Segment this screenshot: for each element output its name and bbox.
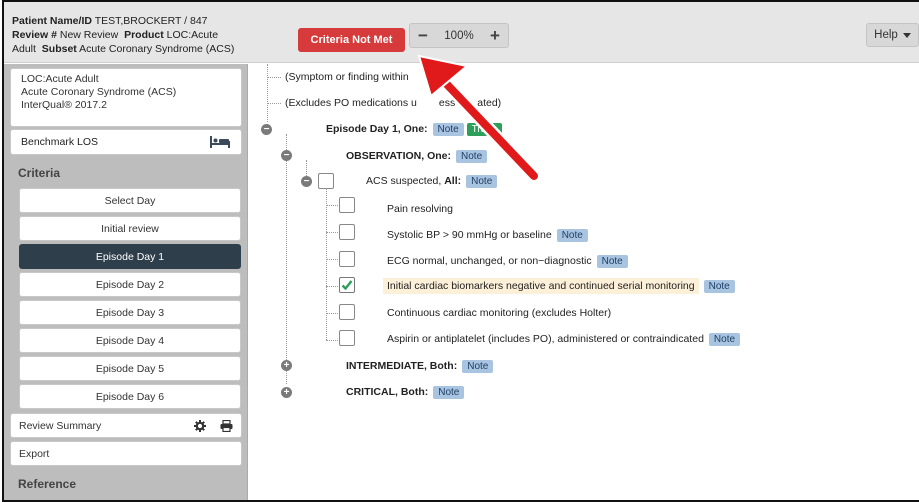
tree-connector [326, 340, 338, 341]
header-bar: Patient Name/ID TEST,BROCKERT / 847 Revi… [4, 2, 919, 63]
collapse-observation-toggle[interactable]: − [281, 150, 292, 161]
observation-row: OBSERVATION, One: Note [346, 145, 488, 167]
acs-suspected-checkbox[interactable] [318, 173, 334, 189]
criteria-heading: Criteria [18, 166, 61, 180]
critical-row: CRITICAL, Both: Note [346, 381, 465, 403]
chevron-down-icon [902, 32, 911, 38]
tree-connector [326, 232, 338, 233]
note-button[interactable]: Note [466, 174, 498, 188]
gear-icon[interactable] [194, 419, 206, 432]
sidebar-item-episode-day-4[interactable]: Episode Day 4 [19, 328, 241, 353]
excludes-text: (Excludes PO medications u ess ated) [285, 97, 502, 109]
printer-icon[interactable] [220, 419, 233, 432]
criterion-checkbox[interactable] [339, 251, 355, 267]
sidebar-item-episode-day-2[interactable]: Episode Day 2 [19, 272, 241, 297]
sidebar-item-episode-day-6[interactable]: Episode Day 6 [19, 384, 241, 409]
tree-connector [326, 313, 338, 314]
criterion-row: ECG normal, unchanged, or non−diagnostic… [387, 250, 628, 272]
subset-line: Acute Coronary Syndrome (ACS) [21, 86, 177, 98]
zoom-out-button[interactable]: − [416, 26, 430, 45]
tree-connector [326, 286, 338, 287]
trans-button[interactable]: Trans [466, 122, 502, 136]
criteria-not-met-button[interactable]: Criteria Not Met [298, 28, 405, 52]
criterion-checkbox[interactable] [339, 197, 355, 213]
sidebar-item-initial-review[interactable]: Initial review [19, 216, 241, 241]
symptom-text: (Symptom or finding within [285, 71, 409, 83]
note-button[interactable]: Note [556, 228, 588, 242]
patient-info: Patient Name/ID TEST,BROCKERT / 847 Revi… [12, 15, 235, 55]
benchmark-los-item[interactable]: Benchmark LOS [10, 129, 242, 155]
note-button[interactable]: Note [432, 122, 464, 136]
loc-line: LOC:Acute Adult [21, 73, 99, 85]
version-line: InterQual® 2017.2 [21, 99, 107, 111]
export-item[interactable]: Export [10, 441, 242, 466]
acs-suspected-row: ACS suspected, All: Note [366, 170, 498, 192]
tree-connector [326, 188, 327, 340]
tree-connector [267, 103, 281, 104]
reference-heading: Reference [18, 477, 77, 491]
criterion-row: Systolic BP > 90 mmHg or baseline Note [387, 224, 588, 246]
episode-day-row: Episode Day 1, One: Note Trans [326, 118, 502, 140]
criterion-checkbox[interactable] [339, 224, 355, 240]
note-button[interactable]: Note [433, 385, 465, 399]
note-button[interactable]: Note [462, 359, 494, 373]
criterion-row: Aspirin or antiplatelet (includes PO), a… [387, 328, 741, 350]
zoom-level: 100% [444, 29, 474, 42]
sidebar: LOC:Acute Adult Acute Coronary Syndrome … [4, 64, 248, 500]
note-button[interactable]: Note [703, 279, 735, 293]
sidebar-item-episode-day-5[interactable]: Episode Day 5 [19, 356, 241, 381]
criterion-row: Continuous cardiac monitoring (excludes … [387, 307, 612, 319]
note-button[interactable]: Note [596, 254, 628, 268]
benchmark-los-label: Benchmark LOS [21, 136, 99, 148]
zoom-control: − 100% + [409, 23, 509, 48]
criteria-tree: (Symptom or finding within (Excludes PO … [249, 64, 919, 500]
criterion-row: Pain resolving [387, 203, 453, 215]
note-button[interactable]: Note [456, 149, 488, 163]
tree-connector [286, 134, 287, 384]
help-label: Help [874, 29, 898, 41]
zoom-in-button[interactable]: + [488, 26, 502, 45]
expand-intermediate-toggle[interactable]: + [281, 360, 292, 371]
help-button[interactable]: Help [866, 23, 919, 47]
sidebar-item-select-day[interactable]: Select Day [19, 188, 241, 213]
sidebar-item-episode-day-1[interactable]: Episode Day 1 [19, 244, 241, 269]
expand-critical-toggle[interactable]: + [281, 387, 292, 398]
tree-connector [267, 64, 268, 122]
bed-icon [210, 136, 230, 148]
intermediate-row: INTERMEDIATE, Both: Note [346, 355, 494, 377]
note-button[interactable]: Note [708, 332, 741, 346]
export-label: Export [19, 447, 50, 460]
tree-connector [326, 205, 338, 206]
collapse-acs-toggle[interactable]: − [301, 176, 312, 187]
criterion-row-highlighted: Initial cardiac biomarkers negative and … [383, 275, 735, 297]
loc-info-card: LOC:Acute Adult Acute Coronary Syndrome … [10, 68, 242, 127]
criterion-checkbox-checked[interactable] [339, 277, 355, 293]
review-summary-label: Review Summary [19, 419, 102, 432]
collapse-episode-toggle[interactable]: − [261, 124, 272, 135]
review-summary-item[interactable]: Review Summary [10, 413, 242, 438]
criterion-checkbox[interactable] [339, 304, 355, 320]
app-frame: Patient Name/ID TEST,BROCKERT / 847 Revi… [2, 0, 919, 502]
sidebar-item-episode-day-3[interactable]: Episode Day 3 [19, 300, 241, 325]
tree-connector [326, 259, 338, 260]
tree-connector [267, 77, 281, 78]
criterion-checkbox[interactable] [339, 330, 355, 346]
checkmark-icon [341, 280, 353, 291]
